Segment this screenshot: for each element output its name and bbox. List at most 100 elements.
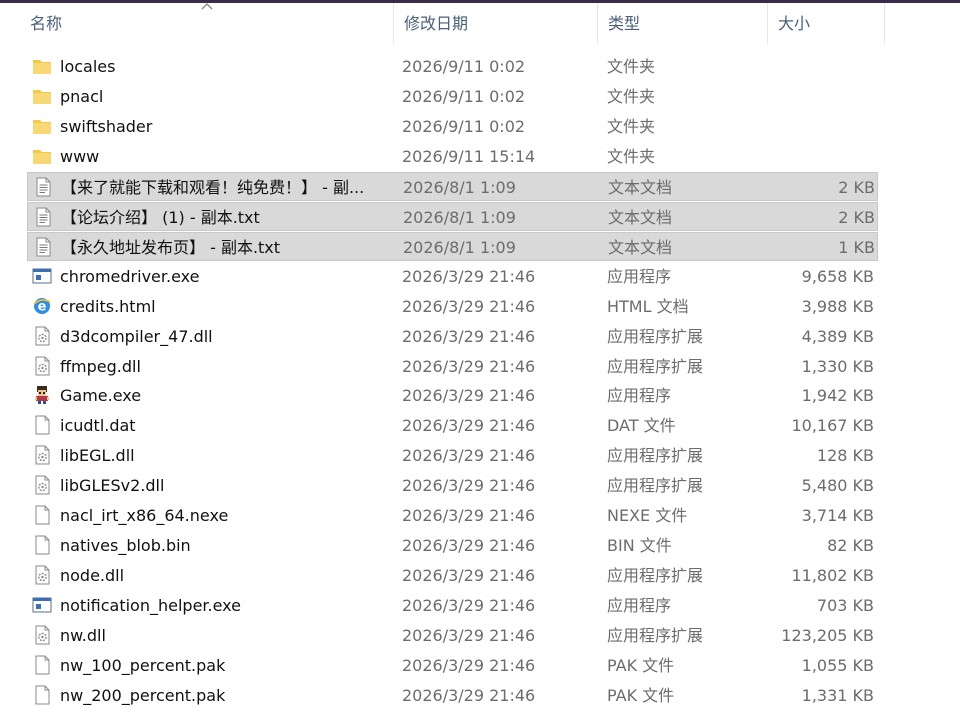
file-row[interactable]: icudtl.dat 2026/3/29 21:46 DAT 文件 10,167 KB (27, 411, 878, 440)
file-row[interactable]: www 2026/9/11 15:14 文件夹 (27, 142, 878, 171)
file-modified-date: 2026/3/29 21:46 (402, 506, 536, 526)
file-modified-date: 2026/3/29 21:46 (402, 566, 536, 586)
file-type: 文本文档 (608, 237, 673, 257)
file-explorer-window: 名称 修改日期 类型 大小 locales 2026/9/11 0:02 文件夹 pn… (0, 0, 960, 717)
file-type: 文件夹 (607, 146, 656, 166)
file-size: 1,330 KB (801, 356, 874, 376)
file-type: PAK 文件 (607, 685, 675, 705)
file-modified-date: 2026/3/29 21:46 (402, 386, 536, 406)
file-row[interactable]: natives_blob.bin 2026/3/29 21:46 BIN 文件 82 … (27, 531, 878, 560)
file-modified-date: 2026/3/29 21:46 (402, 416, 536, 436)
file-row[interactable]: d3dcompiler_47.dll 2026/3/29 21:46 应用程序扩展 4… (27, 322, 878, 351)
file-size: 1,331 KB (801, 685, 874, 705)
file-type: 文本文档 (608, 177, 673, 197)
file-modified-date: 2026/9/11 15:14 (402, 146, 536, 166)
column-header-name[interactable]: 名称 (0, 3, 393, 44)
file-modified-date: 2026/3/29 21:46 (402, 356, 536, 376)
column-header-size[interactable]: 大小 (767, 3, 885, 44)
file-type: 应用程序 (607, 596, 672, 616)
column-header-type[interactable]: 类型 (597, 3, 767, 44)
column-header-name-label: 名称 (30, 14, 63, 33)
file-modified-date: 2026/3/29 21:46 (402, 266, 536, 286)
file-row[interactable]: chromedriver.exe 2026/3/29 21:46 应用程序 9,658… (27, 262, 878, 291)
file-modified-date: 2026/9/11 0:02 (402, 57, 526, 76)
file-modified-date: 2026/3/29 21:46 (402, 626, 536, 646)
file-name: nacl_irt_x86_64.nexe (60, 506, 229, 526)
file-size: 2 KB (838, 177, 875, 197)
file-row[interactable]: 【永久地址发布页】 - 副本.txt 2026/8/1 1:09 文本文档 1 KB (27, 231, 878, 261)
file-type: 应用程序 (607, 266, 672, 286)
file-type: 应用程序扩展 (607, 626, 704, 646)
game-app-icon (32, 385, 52, 406)
file-name: nw_200_percent.pak (60, 685, 226, 705)
file-row[interactable]: nacl_irt_x86_64.nexe 2026/3/29 21:46 NEXE … (27, 501, 878, 530)
file-type: 应用程序扩展 (607, 446, 704, 466)
folder-icon (32, 56, 52, 77)
file-modified-date: 2026/3/29 21:46 (402, 326, 536, 346)
file-modified-date: 2026/3/29 21:46 (402, 536, 536, 556)
file-name: chromedriver.exe (60, 266, 200, 286)
browser-e-icon: e (32, 296, 52, 317)
file-type: DAT 文件 (607, 416, 676, 436)
file-name: 【永久地址发布页】 - 副本.txt (61, 237, 281, 257)
file-row[interactable]: 【来了就能下载和观看！纯免费！】 - 副... 2026/8/1 1:09 文本文档… (27, 171, 878, 201)
file-modified-date: 2026/8/1 1:09 (403, 237, 516, 257)
file-size: 5,480 KB (801, 476, 874, 496)
blank-file-icon (32, 505, 52, 526)
file-size: 3,988 KB (801, 296, 874, 316)
file-type: 文件夹 (607, 86, 656, 106)
file-name: pnacl (60, 86, 104, 106)
file-size: 1,055 KB (801, 656, 874, 675)
file-size: 4,389 KB (801, 326, 874, 346)
file-modified-date: 2026/9/11 0:02 (402, 86, 526, 106)
app-window-icon (32, 266, 52, 287)
file-row[interactable]: locales 2026/9/11 0:02 文件夹 (27, 52, 878, 81)
file-type: 应用程序扩展 (607, 476, 704, 496)
file-row[interactable]: nw_200_percent.pak 2026/3/29 21:46 PAK 文件 1… (27, 681, 878, 710)
file-size: 123,205 KB (781, 626, 874, 646)
column-header-date-label: 修改日期 (404, 14, 469, 33)
file-name: nw.dll (60, 626, 106, 646)
file-name: Game.exe (60, 386, 142, 406)
file-modified-date: 2026/3/29 21:46 (402, 296, 536, 316)
file-type: 文件夹 (607, 57, 656, 76)
text-file-icon (33, 237, 53, 258)
file-name: locales (60, 57, 116, 76)
file-row[interactable]: nw_100_percent.pak 2026/3/29 21:46 PAK 文件 1… (27, 651, 878, 680)
file-row[interactable]: libEGL.dll 2026/3/29 21:46 应用程序扩展 128 KB (27, 441, 878, 470)
dll-file-icon (32, 565, 52, 586)
blank-file-icon (32, 655, 52, 676)
column-header-size-label: 大小 (778, 14, 811, 33)
file-name: swiftshader (60, 116, 153, 136)
file-name: notification_helper.exe (60, 596, 241, 616)
file-row[interactable]: pnacl 2026/9/11 0:02 文件夹 (27, 82, 878, 111)
file-row[interactable]: Game.exe 2026/3/29 21:46 应用程序 1,942 KB (27, 381, 878, 410)
file-row[interactable]: notification_helper.exe 2026/3/29 21:46 应用… (27, 591, 878, 620)
column-header-date[interactable]: 修改日期 (393, 3, 597, 44)
file-modified-date: 2026/3/29 21:46 (402, 446, 536, 466)
file-row[interactable]: e credits.html 2026/3/29 21:46 HTML 文档 3,988… (27, 292, 878, 321)
file-size: 1 KB (838, 237, 875, 257)
file-row[interactable]: 【论坛介绍】 (1) - 副本.txt 2026/8/1 1:09 文本文档 2 KB (27, 201, 878, 231)
file-name: ffmpeg.dll (60, 356, 141, 376)
file-size (767, 82, 874, 111)
file-size: 10,167 KB (791, 416, 874, 436)
file-type: 文本文档 (608, 207, 673, 227)
file-row[interactable]: swiftshader 2026/9/11 0:02 文件夹 (27, 112, 878, 141)
file-name: www (60, 146, 100, 166)
file-name: 【来了就能下载和观看！纯免费！】 - 副... (61, 177, 365, 197)
file-type: 应用程序扩展 (607, 566, 704, 586)
file-name: natives_blob.bin (60, 536, 191, 556)
file-modified-date: 2026/9/11 0:02 (402, 116, 526, 136)
file-size: 703 KB (816, 596, 874, 616)
file-row[interactable]: nw.dll 2026/3/29 21:46 应用程序扩展 123,205 KB (27, 621, 878, 650)
file-row[interactable]: ffmpeg.dll 2026/3/29 21:46 应用程序扩展 1,330 KB (27, 352, 878, 381)
file-modified-date: 2026/8/1 1:09 (403, 207, 516, 227)
file-row[interactable]: libGLESv2.dll 2026/3/29 21:46 应用程序扩展 5,480 … (27, 471, 878, 500)
file-size: 1,942 KB (801, 386, 874, 406)
file-modified-date: 2026/3/29 21:46 (402, 596, 536, 616)
blank-file-icon (32, 685, 52, 706)
file-row[interactable]: node.dll 2026/3/29 21:46 应用程序扩展 11,802 KB (27, 561, 878, 590)
file-name: libEGL.dll (60, 446, 135, 466)
file-name: d3dcompiler_47.dll (60, 326, 213, 346)
